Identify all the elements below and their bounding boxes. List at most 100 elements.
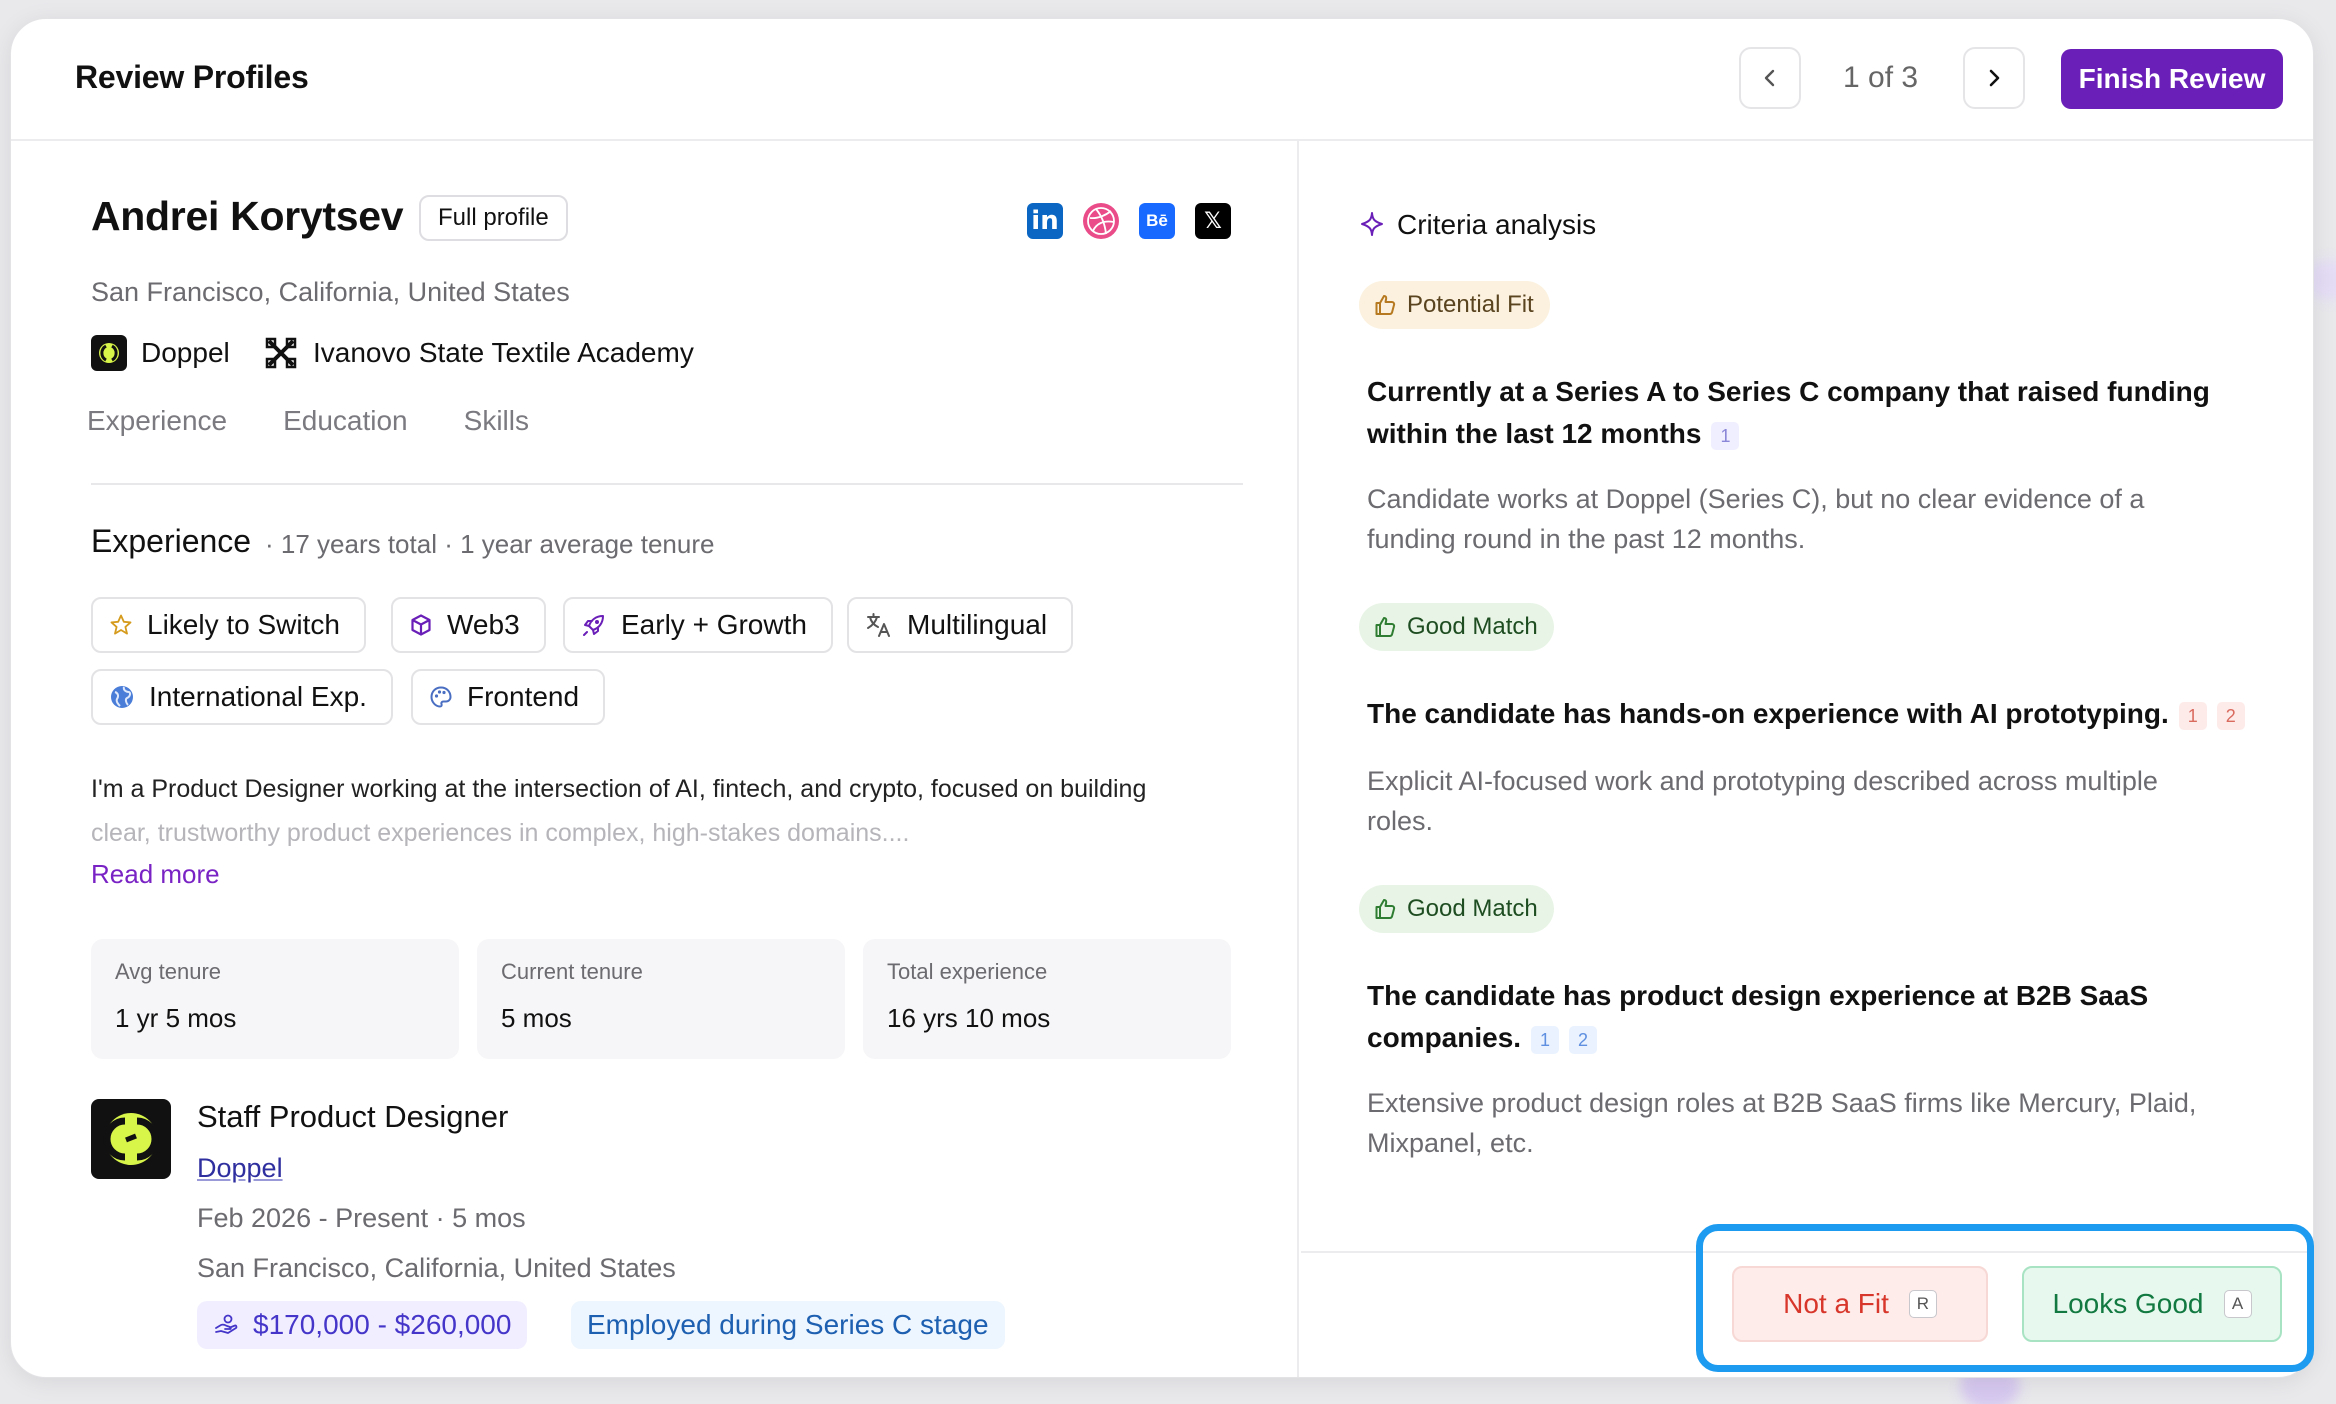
rocket-icon [583, 615, 604, 636]
doppel-logo-icon [91, 335, 127, 371]
stat-label: Current tenure [501, 959, 643, 984]
criterion-text: Currently at a Series A to Series C comp… [1367, 371, 2267, 455]
experience-heading: Experience [91, 523, 252, 559]
tag-label: Multilingual [907, 609, 1048, 640]
badge-potential-fit: Potential Fit [1359, 281, 1550, 329]
stat-avg-tenure: Avg tenure 1 yr 5 mos [91, 939, 459, 1059]
badge-label: Good Match [1407, 895, 1538, 922]
candidate-name: Andrei Korytsev [91, 193, 404, 239]
current-company: Doppel [91, 335, 230, 371]
tag-label: International Exp. [149, 681, 367, 712]
criterion-line: within the last 12 months [1367, 418, 1702, 449]
tag-international-exp: International Exp. [91, 669, 393, 725]
tag-frontend: Frontend [411, 669, 606, 725]
tabs-divider [91, 483, 1243, 485]
citation-ref[interactable]: 2 [2216, 701, 2245, 730]
profile-tabs: Experience Education Skills [87, 405, 529, 437]
series-stage-pill: Employed during Series C stage [571, 1301, 1005, 1349]
tag-label: Frontend [467, 681, 580, 712]
citation-ref[interactable]: 2 [1569, 1025, 1598, 1054]
desc-line: Mixpanel, etc. [1367, 1128, 1534, 1158]
badge-good-match: Good Match [1359, 603, 1554, 651]
cube-icon [411, 614, 431, 636]
behance-icon[interactable]: Bē [1139, 203, 1175, 239]
tab-education[interactable]: Education [283, 405, 408, 437]
criterion-description: Explicit AI-focused work and prototyping… [1367, 761, 2267, 841]
thumbs-up-icon [1375, 295, 1396, 315]
citation-ref[interactable]: 1 [1531, 1025, 1560, 1054]
next-profile-button[interactable] [1963, 47, 2025, 109]
citation-ref[interactable]: 1 [2178, 701, 2207, 730]
job-location: San Francisco, California, United States [197, 1253, 676, 1283]
finish-review-button[interactable]: Finish Review [2061, 49, 2283, 109]
stat-label: Avg tenure [115, 959, 222, 984]
candidate-location: San Francisco, California, United States [91, 277, 570, 307]
palette-icon [430, 686, 452, 708]
criterion-line: The candidate has hands-on experience wi… [1367, 698, 2169, 729]
citation-ref[interactable]: 1 [1711, 421, 1740, 450]
salary-pill: $170,000 - $260,000 [197, 1301, 528, 1349]
criterion-description: Candidate works at Doppel (Series C), bu… [1367, 479, 2267, 559]
prev-profile-button[interactable] [1739, 47, 1801, 109]
money-hand-icon [215, 1314, 238, 1334]
tag-early-growth: Early + Growth [563, 597, 833, 653]
criterion-description: Extensive product design roles at B2B Sa… [1367, 1083, 2267, 1163]
sparkle-icon [1361, 212, 1383, 236]
badge-good-match: Good Match [1359, 885, 1554, 933]
doppel-company-logo-icon [91, 1099, 171, 1179]
bio-line-faded: clear, trustworthy product experiences i… [91, 819, 910, 847]
tab-experience[interactable]: Experience [87, 405, 227, 437]
criterion-line: The candidate has product design experie… [1367, 980, 2149, 1011]
criterion-text: The candidate has product design experie… [1367, 975, 2267, 1059]
dribbble-icon[interactable] [1083, 203, 1119, 239]
desc-line: Explicit AI-focused work and prototyping… [1367, 766, 2158, 796]
desc-line: roles. [1367, 806, 1434, 836]
criterion-line: Currently at a Series A to Series C comp… [1367, 376, 2210, 407]
pager: 1 of 3 [1843, 61, 1919, 94]
tag-multilingual: Multilingual [847, 597, 1074, 653]
school-name: Ivanovo State Textile Academy [313, 337, 694, 368]
criterion-text: The candidate has hands-on experience wi… [1367, 693, 2267, 735]
chevron-right-icon [1989, 69, 2000, 87]
stat-current-tenure: Current tenure 5 mos [477, 939, 845, 1059]
full-profile-button[interactable]: Full profile [419, 195, 568, 241]
badge-label: Potential Fit [1407, 291, 1534, 318]
globe-icon [111, 686, 133, 708]
stat-value: 1 yr 5 mos [115, 1003, 237, 1033]
stat-total-experience: Total experience 16 yrs 10 mos [863, 939, 1231, 1059]
desc-line: Candidate works at Doppel (Series C), bu… [1367, 484, 2145, 514]
series-stage-label: Employed during Series C stage [587, 1309, 989, 1340]
stat-label: Total experience [887, 959, 1048, 984]
tag-label: Web3 [447, 609, 520, 640]
profile-panel: Andrei Korytsev Full profile in Bē 𝕏 San… [11, 141, 1299, 1377]
desc-line: funding round in the past 12 months. [1367, 524, 1806, 554]
company-name: Doppel [141, 337, 230, 368]
salary-range: $170,000 - $260,000 [253, 1309, 512, 1340]
school-logo-icon [263, 335, 299, 371]
candidate-bio: I'm a Product Designer working at the in… [91, 767, 1271, 855]
criterion-line: companies. [1367, 1022, 1522, 1053]
read-more-link[interactable]: Read more [91, 859, 220, 890]
tag-web3: Web3 [391, 597, 546, 653]
stat-value: 16 yrs 10 mos [887, 1003, 1051, 1033]
tab-skills[interactable]: Skills [464, 405, 529, 437]
job-company-link[interactable]: Doppel [197, 1153, 283, 1184]
thumbs-up-icon [1375, 617, 1396, 637]
chevron-left-icon [1764, 69, 1775, 87]
star-icon [110, 614, 132, 635]
translate-icon [867, 613, 890, 637]
job-title: Staff Product Designer [197, 1099, 509, 1134]
thumbs-up-icon [1375, 899, 1396, 919]
experience-meta: · 17 years total · 1 year average tenure [265, 529, 715, 559]
badge-label: Good Match [1407, 613, 1538, 640]
linkedin-icon[interactable]: in [1027, 203, 1063, 239]
desc-line: Extensive product design roles at B2B Sa… [1367, 1088, 2197, 1118]
review-modal: Review Profiles 1 of 3 Finish Review And… [10, 18, 2314, 1378]
job-dates: Feb 2026 - Present · 5 mos [197, 1203, 526, 1233]
criteria-title: Criteria analysis [1397, 209, 1597, 240]
tag-likely-to-switch: Likely to Switch [91, 597, 366, 653]
tag-label: Early + Growth [621, 609, 807, 640]
bio-line: I'm a Product Designer working at the in… [91, 775, 1147, 803]
x-icon[interactable]: 𝕏 [1195, 203, 1231, 239]
action-highlight-outline [1696, 1224, 2314, 1372]
